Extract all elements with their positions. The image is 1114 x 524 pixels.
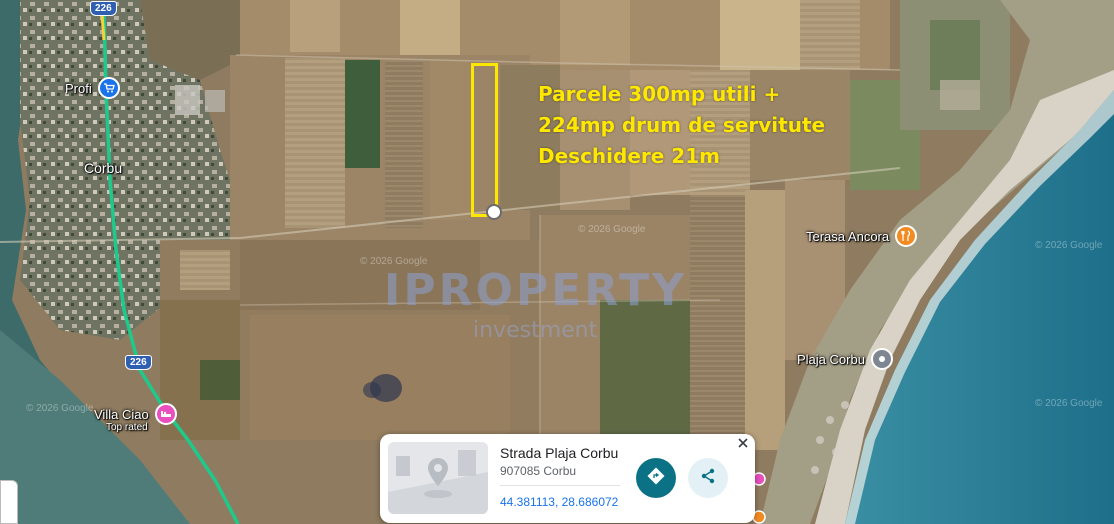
- place-info-card[interactable]: Strada Plaja Corbu 907085 Corbu 44.38111…: [380, 434, 755, 523]
- map-copyright: © 2026 Google: [26, 403, 94, 414]
- close-button[interactable]: [735, 437, 751, 453]
- poi-villa-ciao[interactable]: Villa Ciao Top rated: [94, 403, 177, 433]
- annotation-line-1: Parcele 300mp utili +: [538, 82, 781, 106]
- poi-label: Profi: [65, 80, 92, 96]
- poi-terasa-ancora[interactable]: Terasa Ancora: [806, 225, 918, 247]
- share-button[interactable]: [688, 458, 728, 498]
- brand-watermark-sub: investment: [473, 318, 598, 343]
- plot-annotation: Parcele 300mp utili + 224mp drum de serv…: [538, 79, 825, 172]
- directions-icon: [647, 467, 665, 490]
- place-coordinates[interactable]: 44.381113, 28.686072: [500, 495, 618, 509]
- side-panel-toggle[interactable]: [0, 480, 18, 524]
- directions-button[interactable]: [636, 458, 676, 498]
- restaurant-icon: [895, 225, 918, 247]
- annotation-line-2: 224mp drum de servitute: [538, 113, 826, 137]
- shopping-cart-icon: [97, 77, 120, 99]
- map-copyright: © 2026 Google: [1035, 240, 1103, 251]
- map-copyright: © 2026 Google: [1035, 398, 1103, 409]
- close-icon: [737, 436, 749, 454]
- poi-badge: Top rated: [106, 422, 148, 433]
- road-shield-226: 226: [125, 355, 152, 370]
- card-divider: [500, 485, 620, 486]
- poi-label: Terasa Ancora: [806, 228, 890, 244]
- hotel-icon: [154, 403, 177, 425]
- place-icon: [870, 348, 893, 370]
- share-icon: [699, 467, 717, 490]
- place-title: Strada Plaja Corbu: [500, 445, 619, 461]
- poi-label: Plaja Corbu: [797, 351, 865, 367]
- road-shield-226: 226: [90, 1, 117, 16]
- poi-label: Villa Ciao: [94, 406, 149, 422]
- annotation-line-3: Deschidere 21m: [538, 144, 720, 168]
- map-copyright: © 2026 Google: [578, 224, 646, 235]
- plot-outline: [471, 63, 498, 217]
- poi-profi[interactable]: Profi: [65, 77, 120, 99]
- place-subtitle: 907085 Corbu: [500, 464, 577, 478]
- street-view-thumbnail[interactable]: [388, 442, 488, 514]
- town-label-corbu: Corbu: [84, 160, 123, 176]
- brand-watermark: IPROPERTY: [384, 265, 687, 316]
- poi-plaja-corbu[interactable]: Plaja Corbu: [797, 348, 893, 370]
- location-marker[interactable]: [486, 204, 502, 220]
